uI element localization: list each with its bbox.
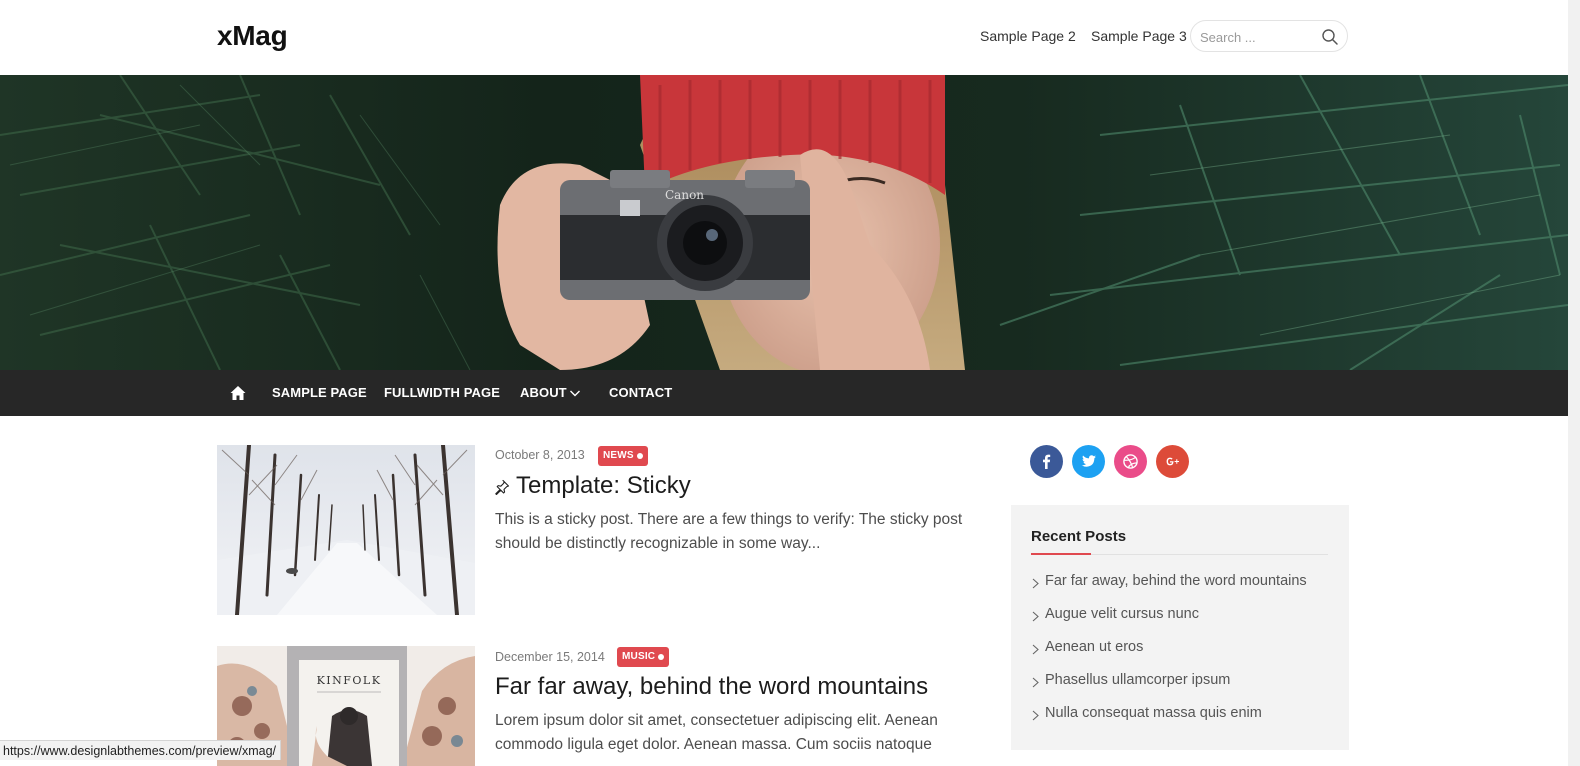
top-link-sample-page-3[interactable]: Sample Page 3: [1091, 28, 1187, 44]
google-plus-button[interactable]: [1156, 445, 1189, 478]
facebook-button[interactable]: [1030, 445, 1063, 478]
nav-item-sample-page[interactable]: SAMPLE PAGE: [272, 385, 367, 400]
twitter-button[interactable]: [1072, 445, 1105, 478]
dribbble-icon: [1123, 454, 1138, 469]
nav-item-fullwidth-page[interactable]: FULLWIDTH PAGE: [384, 385, 500, 400]
post-date[interactable]: October 8, 2013: [495, 448, 585, 462]
pushpin-icon: [495, 479, 510, 495]
post-excerpt: This is a sticky post. There are a few t…: [495, 511, 963, 552]
link-status-url: https://www.designlabthemes.com/preview/…: [0, 740, 282, 760]
post-title[interactable]: Far far away, behind the word mountains: [495, 673, 928, 701]
nav-item-contact[interactable]: CONTACT: [609, 385, 672, 400]
twitter-icon: [1081, 455, 1096, 467]
post-excerpt: Lorem ipsum dolor sit amet, consectetuer…: [495, 712, 938, 753]
magazine-title: KINFOLK: [317, 674, 382, 687]
post-thumbnail-sticky[interactable]: [217, 445, 475, 615]
post-date[interactable]: December 15, 2014: [495, 650, 605, 664]
svg-text:Canon: Canon: [665, 188, 704, 202]
chevron-right-icon: [1032, 644, 1039, 655]
recent-post-label[interactable]: Nulla consequat massa quis enim: [1045, 705, 1262, 721]
search-form: [1190, 20, 1348, 52]
header-image: Canon: [0, 75, 1568, 370]
dribbble-button[interactable]: [1114, 445, 1147, 478]
recent-posts-widget: Recent Posts Far far away, behind the wo…: [1011, 505, 1349, 750]
recent-post-label[interactable]: Phasellus ullamcorper ipsum: [1045, 672, 1230, 688]
site-title[interactable]: xMag: [217, 20, 288, 52]
snowy-road-photo: [217, 445, 475, 615]
vertical-scrollbar[interactable]: [1568, 0, 1580, 766]
top-link-sample-page-2[interactable]: Sample Page 2: [980, 28, 1076, 44]
chevron-down-icon[interactable]: [569, 388, 581, 398]
widget-title: Recent Posts: [1031, 528, 1127, 545]
google-plus-icon: [1166, 457, 1179, 466]
main-navigation: SAMPLE PAGE FULLWIDTH PAGE ABOUT CONTACT: [0, 370, 1568, 416]
home-icon[interactable]: [229, 384, 247, 402]
chevron-right-icon: [1032, 611, 1039, 622]
recent-post-label[interactable]: Aenean ut eros: [1045, 639, 1143, 655]
site-header: xMag Sample Page 2 Sample Page 3: [0, 0, 1568, 75]
search-input[interactable]: [1200, 27, 1310, 47]
header-photo: Canon: [0, 75, 1568, 370]
search-icon[interactable]: [1320, 27, 1340, 47]
recent-post-label[interactable]: Augue velit cursus nunc: [1045, 606, 1199, 622]
chevron-right-icon: [1032, 677, 1039, 688]
recent-post-label[interactable]: Far far away, behind the word mountains: [1045, 573, 1307, 589]
widget-divider-accent: [1031, 553, 1091, 555]
chevron-right-icon: [1032, 578, 1039, 589]
post-title[interactable]: Template: Sticky: [516, 472, 691, 500]
facebook-icon: [1043, 454, 1051, 469]
nav-item-about[interactable]: ABOUT: [520, 385, 567, 400]
category-badge[interactable]: MUSIC: [617, 647, 670, 667]
category-badge[interactable]: NEWS: [598, 446, 648, 466]
chevron-right-icon: [1032, 710, 1039, 721]
